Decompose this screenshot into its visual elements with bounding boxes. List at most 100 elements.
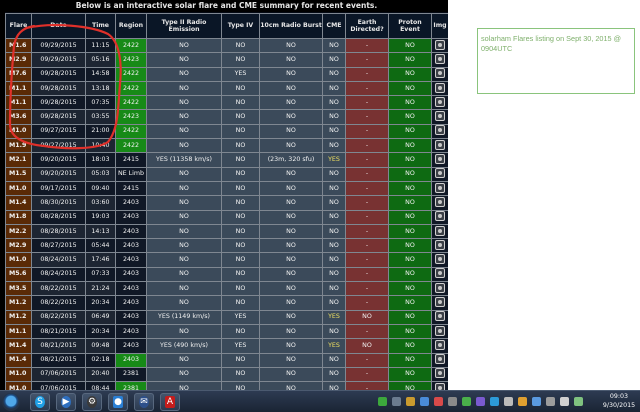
camera-icon[interactable] <box>435 211 445 222</box>
earth-directed-cell: - <box>345 195 389 211</box>
type-ii-cell: YES (490 km/s) <box>146 338 222 354</box>
img-cell <box>431 223 449 240</box>
tray-app-icon[interactable] <box>406 397 415 406</box>
camera-icon[interactable] <box>435 254 445 265</box>
tray-battery-icon[interactable] <box>574 397 583 406</box>
region-cell: 2403 <box>115 252 147 268</box>
type-ii-cell: YES (11358 km/s) <box>146 152 222 168</box>
camera-icon[interactable] <box>435 354 445 365</box>
tray-network-icon[interactable] <box>378 397 387 406</box>
type-ii-cell: NO <box>146 252 222 268</box>
settings-taskbar-button[interactable]: ⚙ <box>82 393 102 411</box>
pdf-icon: A <box>165 396 175 408</box>
camera-icon[interactable] <box>435 182 445 193</box>
proton-event-cell: NO <box>388 295 432 311</box>
proton-event-cell: NO <box>388 323 432 340</box>
tray-app-icon[interactable] <box>392 397 401 406</box>
region-cell: 2403 <box>115 281 147 297</box>
column-header-radio-burst: 10cm Radio Burst <box>259 13 323 39</box>
camera-icon[interactable] <box>435 268 445 279</box>
proton-event-cell: NO <box>388 309 432 325</box>
camera-icon[interactable] <box>435 282 445 293</box>
radio-burst-cell: NO <box>259 80 323 97</box>
tray-app-icon[interactable] <box>532 397 541 406</box>
camera-icon[interactable] <box>435 325 445 336</box>
tray-app-icon[interactable] <box>420 397 429 406</box>
flare-cell: M1.1 <box>5 323 32 340</box>
camera-icon[interactable] <box>435 296 445 307</box>
tray-app-icon[interactable] <box>462 397 471 406</box>
earth-directed-cell: - <box>345 152 389 168</box>
cme-cell: NO <box>322 123 346 140</box>
date-cell: 09/28/2015 <box>31 95 86 111</box>
start-button[interactable] <box>2 393 20 411</box>
type-iv-cell: NO <box>221 281 260 297</box>
radio-burst-cell: NO <box>259 37 323 54</box>
table-row: M1.2 08/22/2015 06:49 2403 YES (1149 km/s) YE… <box>5 309 449 325</box>
cme-cell: NO <box>322 138 346 154</box>
type-ii-cell: NO <box>146 223 222 240</box>
column-header-img: Img <box>431 13 449 39</box>
annotation-note-text: solarham Flares listing on Sept 30, 2015… <box>481 34 622 53</box>
camera-icon[interactable] <box>435 339 445 350</box>
flare-cell: M1.0 <box>5 180 32 197</box>
cme-cell: NO <box>322 252 346 268</box>
cme-cell: NO <box>322 80 346 97</box>
cme-cell: NO <box>322 195 346 211</box>
date-cell: 08/28/2015 <box>31 223 86 240</box>
tray-app-icon[interactable] <box>448 397 457 406</box>
videocam-taskbar-button[interactable]: ● <box>108 393 128 411</box>
flare-cell: M1.0 <box>5 366 32 383</box>
media-player-taskbar-button[interactable]: ▶ <box>56 393 76 411</box>
camera-icon[interactable] <box>435 196 445 207</box>
tray-app-icon[interactable] <box>434 397 443 406</box>
camera-icon[interactable] <box>435 125 445 136</box>
camera-icon[interactable] <box>435 39 445 50</box>
camera-icon[interactable] <box>435 225 445 236</box>
skype-taskbar-button[interactable]: S <box>30 393 50 411</box>
img-cell <box>431 138 449 154</box>
acrobat-taskbar-button[interactable]: A <box>160 393 180 411</box>
type-ii-cell: NO <box>146 366 222 383</box>
time-cell: 19:03 <box>85 209 116 225</box>
proton-event-cell: NO <box>388 195 432 211</box>
camera-icon[interactable] <box>435 96 445 107</box>
camera-icon[interactable] <box>435 111 445 122</box>
camera-icon[interactable] <box>435 168 445 179</box>
radio-burst-cell: NO <box>259 338 323 354</box>
date-cell: 08/21/2015 <box>31 338 86 354</box>
tray-app-icon[interactable] <box>504 397 513 406</box>
img-cell <box>431 95 449 111</box>
earth-directed-cell: - <box>345 366 389 383</box>
camera-icon[interactable] <box>435 154 445 165</box>
camera-icon[interactable] <box>435 311 445 322</box>
cme-cell: NO <box>322 180 346 197</box>
camera-icon[interactable] <box>435 239 445 250</box>
time-cell: 21:24 <box>85 281 116 297</box>
camera-icon[interactable] <box>435 68 445 79</box>
time-cell: 20:40 <box>85 366 116 383</box>
taskbar-clock[interactable]: 09:03 9/30/2015 <box>600 392 638 412</box>
type-iv-cell: NO <box>221 366 260 383</box>
tray-volume-icon[interactable] <box>560 397 569 406</box>
type-iv-cell: NO <box>221 295 260 311</box>
tray-app-icon[interactable] <box>476 397 485 406</box>
camera-icon[interactable] <box>435 139 445 150</box>
type-iv-cell: NO <box>221 209 260 225</box>
type-ii-cell: NO <box>146 209 222 225</box>
camera-icon[interactable] <box>435 82 445 93</box>
thunderbird-taskbar-button[interactable]: ✉ <box>134 393 154 411</box>
date-cell: 09/17/2015 <box>31 180 86 197</box>
time-cell: 03:55 <box>85 109 116 125</box>
tray-app-icon[interactable] <box>518 397 527 406</box>
type-ii-cell: NO <box>146 80 222 97</box>
cme-cell: NO <box>322 266 346 283</box>
tray-app-icon[interactable] <box>490 397 499 406</box>
tray-flag-icon[interactable] <box>546 397 555 406</box>
type-iv-cell: NO <box>221 109 260 125</box>
time-cell: 13:18 <box>85 80 116 97</box>
flare-cell: M7.6 <box>5 66 32 82</box>
camera-icon[interactable] <box>435 53 445 64</box>
clock-time: 09:03 <box>609 393 629 400</box>
camera-icon[interactable] <box>435 368 445 379</box>
